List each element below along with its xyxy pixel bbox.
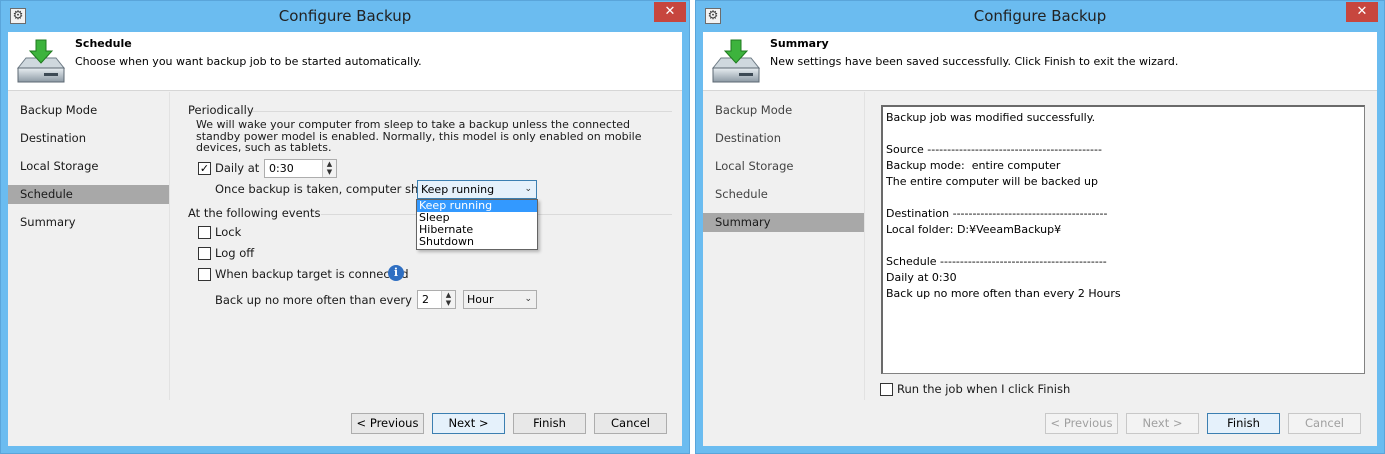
run-job-checkbox[interactable]: [880, 383, 893, 396]
wizard-header: Schedule Choose when you want backup job…: [8, 32, 682, 91]
nav-item-destination[interactable]: Destination: [703, 129, 864, 148]
after-backup-combo[interactable]: Keep running ⌄: [417, 180, 537, 199]
nav-item-backup-mode[interactable]: Backup Mode: [8, 101, 169, 120]
previous-button[interactable]: < Previous: [351, 413, 424, 434]
run-job-label: Run the job when I click Finish: [897, 382, 1071, 396]
periodically-description: We will wake your computer from sleep to…: [196, 118, 642, 154]
backup-limit-unit-value: Hour: [467, 293, 494, 306]
backup-limit-spinner[interactable]: 2 ▲ ▼: [417, 290, 456, 309]
periodically-group-label: Periodically: [188, 103, 254, 117]
spinner-arrows-icon[interactable]: ▲ ▼: [322, 160, 336, 177]
nav-item-schedule[interactable]: Schedule: [8, 185, 169, 204]
backup-drive-icon: [711, 39, 761, 83]
periodically-group-line: [252, 111, 672, 112]
window-title: Configure Backup: [278, 7, 412, 25]
daily-time-spinner[interactable]: 0:30 ▲ ▼: [264, 159, 337, 178]
finish-button[interactable]: Finish: [1207, 413, 1280, 434]
lock-checkbox[interactable]: [198, 226, 211, 239]
summary-line: The entire computer will be backed up: [886, 175, 1099, 188]
daily-at-label: Daily at: [215, 161, 260, 175]
nav-item-backup-mode[interactable]: Backup Mode: [703, 101, 864, 120]
close-button[interactable]: ✕: [654, 2, 686, 22]
finish-button[interactable]: Finish: [513, 413, 586, 434]
summary-line: Schedule -------------------------------…: [886, 255, 1107, 268]
events-group-label: At the following events: [188, 206, 321, 220]
summary-line: Local folder: D:¥VeeamBackup¥: [886, 223, 1062, 236]
title-bar[interactable]: ⚙ Configure Backup ✕: [696, 1, 1384, 32]
header-subtitle: New settings have been saved successfull…: [770, 55, 1179, 68]
wizard-client-area: Summary New settings have been saved suc…: [703, 32, 1377, 446]
nav-item-schedule[interactable]: Schedule: [703, 185, 864, 204]
lock-label: Lock: [215, 225, 242, 239]
configure-backup-window-summary: ⚙ Configure Backup ✕ Summary New setting…: [695, 0, 1385, 454]
summary-line: Source ---------------------------------…: [886, 143, 1102, 156]
window-title: Configure Backup: [973, 7, 1107, 25]
nav-item-destination[interactable]: Destination: [8, 129, 169, 148]
info-icon[interactable]: i: [388, 265, 404, 281]
backup-limit-value: 2: [422, 293, 429, 306]
nav-item-local-storage[interactable]: Local Storage: [8, 157, 169, 176]
backup-target-label: When backup target is connected: [215, 267, 409, 281]
after-backup-dropdown-list: Keep running Sleep Hibernate Shutdown: [416, 199, 538, 250]
previous-button[interactable]: < Previous: [1045, 413, 1118, 434]
next-button[interactable]: Next >: [432, 413, 505, 434]
summary-text-area[interactable]: Backup job was modified successfully. So…: [881, 105, 1365, 374]
header-title: Schedule: [75, 37, 132, 50]
nav-item-local-storage[interactable]: Local Storage: [703, 157, 864, 176]
cancel-button[interactable]: Cancel: [594, 413, 667, 434]
summary-line: Backup job was modified successfully.: [886, 111, 1096, 124]
daily-time-value: 0:30: [269, 162, 294, 175]
backup-target-checkbox[interactable]: [198, 268, 211, 281]
logoff-label: Log off: [215, 246, 255, 260]
backup-limit-label: Back up no more often than every: [215, 293, 412, 307]
cancel-button[interactable]: Cancel: [1288, 413, 1361, 434]
configure-backup-window-schedule: ⚙ Configure Backup ✕ Schedule Choose whe…: [0, 0, 690, 454]
after-backup-value: Keep running: [421, 183, 495, 196]
summary-line: Backup mode: entire computer: [886, 159, 1061, 172]
daily-at-checkbox[interactable]: ✓: [198, 162, 211, 175]
nav-divider: [169, 92, 170, 400]
summary-line: Daily at 0:30: [886, 271, 957, 284]
wizard-client-area: Schedule Choose when you want backup job…: [8, 32, 682, 446]
dropdown-option-shutdown[interactable]: Shutdown: [417, 236, 537, 248]
wizard-header: Summary New settings have been saved suc…: [703, 32, 1377, 91]
nav-item-summary[interactable]: Summary: [703, 213, 864, 232]
backup-limit-unit-combo[interactable]: Hour ⌄: [463, 290, 537, 309]
summary-line: Back up no more often than every 2 Hours: [886, 287, 1121, 300]
header-title: Summary: [770, 37, 829, 50]
spinner-arrows-icon[interactable]: ▲ ▼: [441, 291, 455, 308]
chevron-down-icon: ⌄: [524, 294, 532, 304]
logoff-checkbox[interactable]: [198, 247, 211, 260]
nav-divider: [864, 92, 865, 400]
chevron-down-icon: ⌄: [524, 184, 532, 194]
title-bar[interactable]: ⚙ Configure Backup ✕: [1, 1, 689, 32]
summary-line: Destination ----------------------------…: [886, 207, 1108, 220]
wizard-nav: Backup Mode Destination Local Storage Sc…: [703, 92, 864, 412]
close-button[interactable]: ✕: [1346, 2, 1378, 22]
after-backup-label: Once backup is taken, computer should: [215, 182, 444, 196]
wizard-nav: Backup Mode Destination Local Storage Sc…: [8, 92, 169, 412]
nav-item-summary[interactable]: Summary: [8, 213, 169, 232]
backup-drive-icon: [16, 39, 66, 83]
next-button[interactable]: Next >: [1126, 413, 1199, 434]
header-subtitle: Choose when you want backup job to be st…: [75, 55, 422, 68]
